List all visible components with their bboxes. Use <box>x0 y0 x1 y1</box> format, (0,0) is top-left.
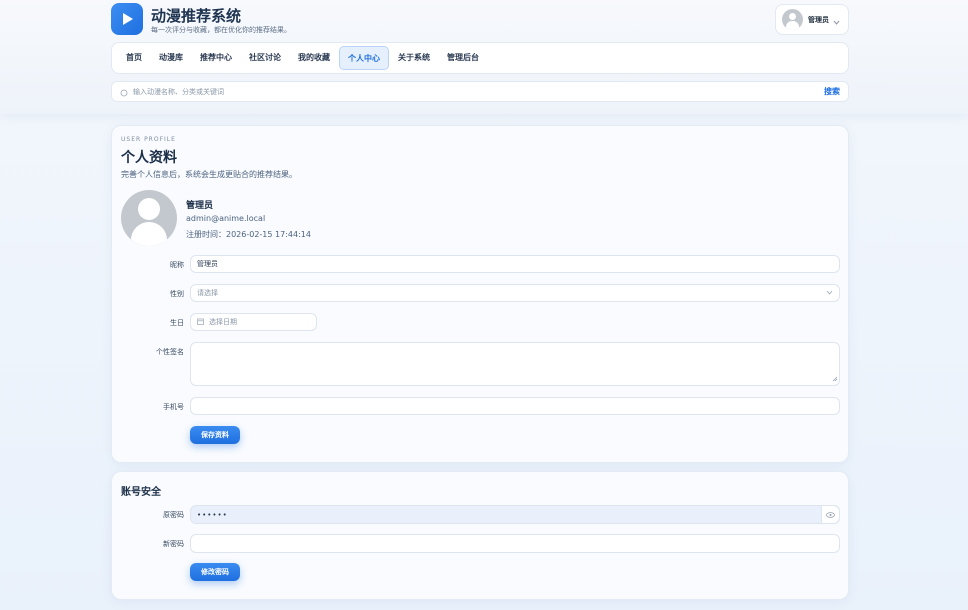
chevron-down-icon <box>826 289 833 297</box>
resize-handle-icon[interactable] <box>832 376 838 384</box>
search-icon <box>120 82 128 101</box>
app-title: 动漫推荐系统 <box>151 7 242 25</box>
profile-eyebrow: USER PROFILE <box>121 136 176 143</box>
signature-label: 个性签名 <box>156 348 184 356</box>
signature-textarea[interactable] <box>190 342 840 386</box>
phone-label: 手机号 <box>163 403 184 411</box>
profile-title: 个人资料 <box>121 150 177 166</box>
security-card: 账号安全 原密码 •••••• 新密码 修改密码 <box>111 471 849 600</box>
profile-email: admin@anime.local <box>186 214 266 223</box>
old-password-value: •••••• <box>197 510 228 519</box>
gender-label: 性别 <box>170 290 184 298</box>
calendar-icon <box>197 318 204 327</box>
nav-favorites[interactable]: 我的收藏 <box>290 46 338 70</box>
gender-placeholder: 请选择 <box>197 289 218 297</box>
user-avatar-icon <box>782 9 803 30</box>
nickname-label: 昵称 <box>170 261 184 269</box>
show-password-eye-icon[interactable] <box>821 506 839 523</box>
user-name: 管理员 <box>808 15 829 24</box>
play-logo-icon[interactable] <box>111 3 143 35</box>
search-button[interactable]: 搜索 <box>824 86 840 97</box>
old-password-input[interactable]: •••••• <box>190 505 840 524</box>
gender-select[interactable]: 请选择 <box>190 284 840 302</box>
birthday-placeholder: 选择日期 <box>209 318 237 326</box>
app-subtitle: 每一次评分与收藏，都在优化你的推荐结果。 <box>151 26 291 34</box>
top-header: 动漫推荐系统 每一次评分与收藏，都在优化你的推荐结果。 管理员 首页 动漫库 推… <box>0 0 968 114</box>
profile-description: 完善个人信息后，系统会生成更贴合的推荐结果。 <box>121 170 297 179</box>
phone-input[interactable] <box>190 397 840 415</box>
birthday-label: 生日 <box>170 319 184 327</box>
birthday-picker[interactable]: 选择日期 <box>190 313 317 331</box>
nav-admin[interactable]: 管理后台 <box>439 46 487 70</box>
nav-anime-library[interactable]: 动漫库 <box>151 46 191 70</box>
profile-name: 管理员 <box>186 201 214 211</box>
security-title: 账号安全 <box>121 487 161 498</box>
nav-community[interactable]: 社区讨论 <box>241 46 289 70</box>
main-nav: 首页 动漫库 推荐中心 社区讨论 我的收藏 个人中心 关于系统 管理后台 <box>111 42 849 74</box>
save-profile-button[interactable]: 保存资料 <box>190 426 240 444</box>
user-menu[interactable]: 管理员 <box>775 4 849 35</box>
nav-profile[interactable]: 个人中心 <box>339 46 389 70</box>
change-password-button[interactable]: 修改密码 <box>190 563 240 581</box>
search-bar[interactable]: 输入动漫名称、分类或关键词 搜索 <box>111 81 849 102</box>
search-input[interactable]: 输入动漫名称、分类或关键词 <box>133 87 824 97</box>
nickname-input[interactable]: 管理员 <box>190 255 840 273</box>
old-password-label: 原密码 <box>163 511 184 519</box>
profile-registered: 注册时间：2026-02-15 17:44:14 <box>186 230 311 239</box>
nav-about[interactable]: 关于系统 <box>390 46 438 70</box>
new-password-input[interactable] <box>190 534 840 553</box>
profile-card: USER PROFILE 个人资料 完善个人信息后，系统会生成更贴合的推荐结果。… <box>111 125 849 463</box>
new-password-label: 新密码 <box>163 540 184 548</box>
nav-home[interactable]: 首页 <box>118 46 150 70</box>
chevron-down-icon <box>833 10 840 29</box>
profile-avatar[interactable] <box>121 190 177 246</box>
nav-recommend[interactable]: 推荐中心 <box>192 46 240 70</box>
nickname-value: 管理员 <box>197 260 218 268</box>
